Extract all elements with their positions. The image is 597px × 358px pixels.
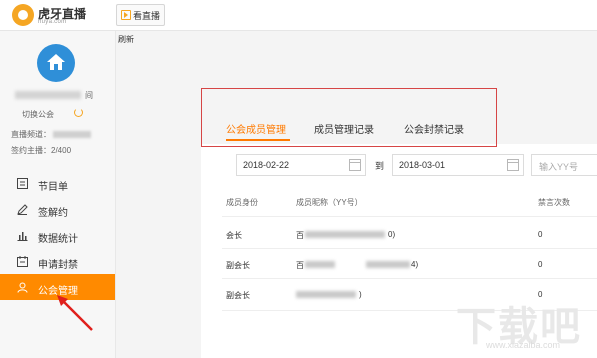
table-cell-mutes: 0: [538, 260, 543, 269]
blurred-nickname: [305, 261, 335, 268]
yy-input-placeholder: 输入YY号: [539, 162, 579, 172]
table-divider: [222, 278, 597, 279]
home-icon: [47, 54, 65, 70]
brand-domain: huya.com: [38, 19, 67, 25]
username-blurred: [15, 91, 81, 99]
switch-guild-link[interactable]: 切换公会: [22, 109, 54, 120]
bar-chart-icon: [17, 232, 28, 241]
tab-member-records[interactable]: 成员管理记录: [314, 121, 374, 136]
start-date-input[interactable]: 2018-02-22: [236, 154, 366, 176]
column-header-mute-count: 禁言次数: [538, 198, 570, 207]
yy-number-input[interactable]: 输入YY号: [531, 154, 597, 176]
channel-blurred: [53, 131, 91, 139]
signed-anchors: 签约主播：2/400: [11, 146, 72, 155]
sidebar-item-statistics[interactable]: 数据统计: [0, 222, 115, 248]
table-divider: [222, 216, 597, 217]
blurred-nickname: [296, 291, 356, 298]
table-cell-role: 副会长: [226, 291, 250, 300]
play-icon: [121, 10, 131, 20]
huya-logo-icon[interactable]: [12, 4, 34, 26]
user-icon: [17, 282, 28, 293]
table-cell-nickname-end: 4): [411, 260, 419, 269]
table-cell-nickname-end: ): [359, 290, 362, 299]
calendar-icon[interactable]: [507, 159, 519, 171]
sidebar-item-label: 数据统计: [38, 234, 78, 245]
calendar-icon: [17, 256, 28, 267]
calendar-icon[interactable]: [349, 159, 361, 171]
column-header-nickname: 成员昵称（YY号）: [296, 198, 363, 207]
watermark-url: www.xiazaiba.com: [486, 340, 561, 350]
table-cell-nickname-end: 0): [388, 230, 396, 239]
end-date-value: 2018-03-01: [399, 160, 446, 170]
watch-live-label: 看直播: [133, 11, 161, 21]
end-date-input[interactable]: 2018-03-01: [392, 154, 524, 176]
watermark: 下载吧 www.xiazaiba.com: [456, 294, 591, 354]
table-cell-nickname-start: 百: [296, 261, 304, 270]
table-cell-role: 会长: [226, 231, 242, 240]
date-range-separator: 到: [375, 161, 385, 171]
channel-info: 直播频道：: [11, 129, 91, 140]
blurred-yy-number: [366, 261, 410, 268]
top-bar: 虎牙直播 huya.com 看直播: [0, 0, 597, 31]
avatar[interactable]: [37, 44, 75, 82]
red-arrow-annotation: [57, 295, 93, 331]
table-cell-role: 副会长: [226, 261, 250, 270]
tab-ban-records[interactable]: 公会封禁记录: [404, 121, 464, 136]
active-tab-indicator: [226, 139, 290, 141]
table-cell-mutes: 0: [538, 230, 543, 239]
sidebar-item-contract[interactable]: 签解约: [0, 196, 115, 222]
sidebar-item-label: 申请封禁: [38, 260, 78, 271]
refresh-icon[interactable]: [74, 108, 83, 117]
username-suffix: 间: [85, 91, 93, 100]
list-icon: [17, 178, 28, 189]
sidebar-item-label: 节目单: [38, 182, 68, 193]
start-date-value: 2018-02-22: [243, 160, 290, 170]
blurred-nickname: [305, 231, 385, 238]
pen-icon: [17, 204, 28, 215]
table-divider: [222, 248, 597, 249]
tab-guild-members[interactable]: 公会成员管理: [226, 121, 286, 136]
sidebar-item-ban-request[interactable]: 申请封禁: [0, 248, 115, 274]
refresh-link[interactable]: 刷新: [118, 34, 134, 45]
sidebar-item-program-list[interactable]: 节目单: [0, 170, 115, 196]
column-header-role: 成员身份: [226, 198, 258, 207]
table-cell-nickname-start: 百: [296, 231, 304, 240]
watch-live-button[interactable]: 看直播: [116, 4, 165, 26]
sidebar-item-label: 签解约: [38, 208, 68, 219]
channel-label: 直播频道：: [11, 130, 51, 139]
username: 间: [15, 90, 100, 100]
